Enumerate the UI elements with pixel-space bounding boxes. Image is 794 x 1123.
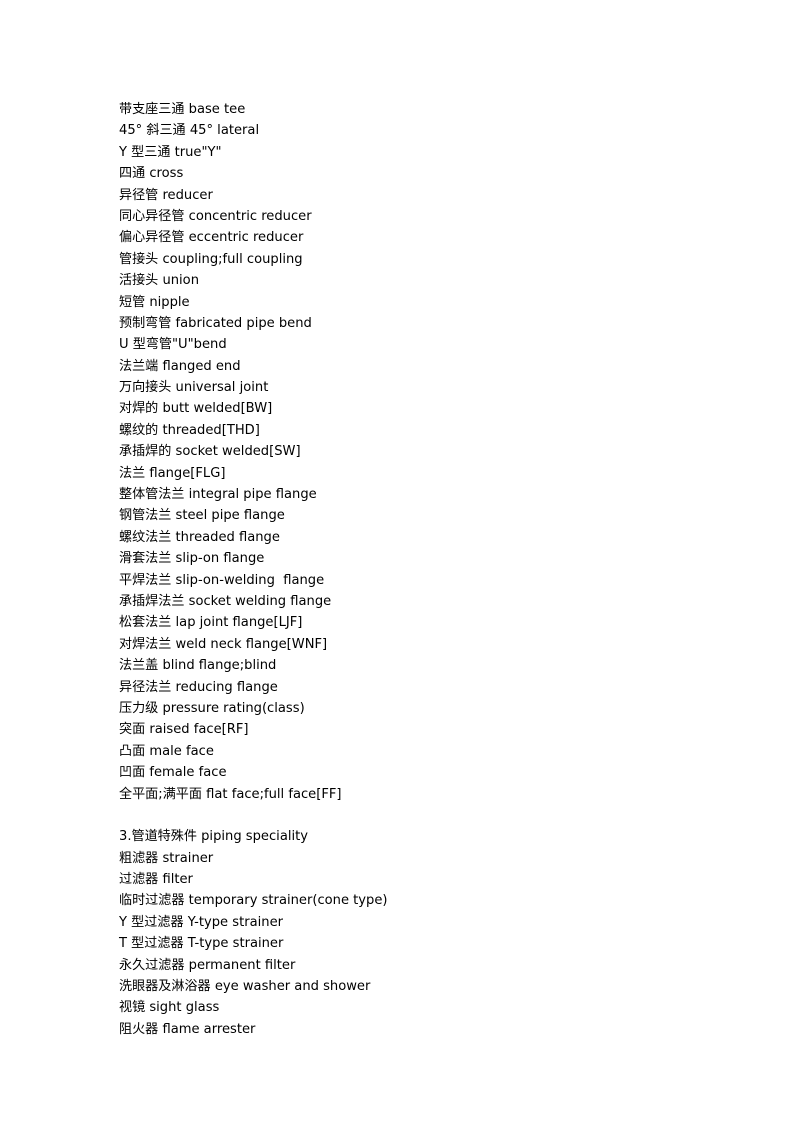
- glossary-entry: 偏心异径管 eccentric reducer: [119, 230, 304, 246]
- glossary-entry: 粗滤器 strainer: [119, 850, 214, 866]
- glossary-entry: 同心异径管 concentric reducer: [119, 208, 312, 224]
- glossary-entry: U 型弯管"U"bend: [119, 337, 227, 353]
- glossary-entry: Y 型三通 true"Y": [119, 144, 222, 160]
- glossary-entry: 过滤器 filter: [119, 872, 193, 888]
- document-page: 带支座三通 base tee 45° 斜三通 45° lateral Y 型三通 t…: [0, 0, 794, 1123]
- glossary-entry: 平焊法兰 slip-on-welding flange: [119, 572, 325, 588]
- blank-line: [119, 805, 719, 826]
- glossary-entry: 管接头 coupling;full coupling: [119, 251, 303, 267]
- glossary-entry: 整体管法兰 integral pipe flange: [119, 487, 317, 503]
- glossary-entry: 松套法兰 lap joint flange[LJF]: [119, 615, 303, 631]
- glossary-content: 带支座三通 base tee 45° 斜三通 45° lateral Y 型三通 t…: [119, 99, 719, 1040]
- glossary-entry: Y 型过滤器 Y-type strainer: [119, 914, 284, 930]
- glossary-entry: 压力级 pressure rating(class): [119, 700, 305, 716]
- glossary-entry: 全平面;满平面 flat face;full face[FF]: [119, 786, 342, 802]
- glossary-entry: 对焊法兰 weld neck flange[WNF]: [119, 636, 328, 652]
- glossary-entry: 带支座三通 base tee: [119, 102, 246, 117]
- glossary-entry: 异径管 reducer: [119, 187, 213, 203]
- glossary-entry: 洗眼器及淋浴器 eye washer and shower: [119, 979, 371, 995]
- glossary-entry: 活接头 union: [119, 273, 199, 289]
- glossary-entry: 凸面 male face: [119, 743, 214, 759]
- glossary-entry: 法兰端 flanged end: [119, 358, 241, 374]
- glossary-entry: 法兰 flange[FLG]: [119, 465, 226, 481]
- glossary-entry: T 型过滤器 T-type strainer: [119, 936, 284, 952]
- glossary-entry: 螺纹法兰 threaded flange: [119, 529, 280, 545]
- glossary-entry: 万向接头 universal joint: [119, 380, 269, 396]
- glossary-entry: 四通 cross: [119, 166, 184, 182]
- glossary-entry: 螺纹的 threaded[THD]: [119, 422, 260, 438]
- glossary-entry: 凹面 female face: [119, 765, 227, 781]
- glossary-entry: 突面 raised face[RF]: [119, 722, 249, 738]
- glossary-list: 带支座三通 base tee 45° 斜三通 45° lateral Y 型三通 t…: [119, 99, 719, 1040]
- glossary-entry: 临时过滤器 temporary strainer(cone type): [119, 893, 388, 909]
- glossary-entry: 承插焊法兰 socket welding flange: [119, 593, 332, 609]
- section-heading: 3.管道特殊件 piping speciality: [119, 829, 309, 845]
- glossary-entry: 对焊的 butt welded[BW]: [119, 401, 273, 417]
- glossary-entry: 永久过滤器 permanent filter: [119, 957, 296, 973]
- glossary-entry: 短管 nipple: [119, 294, 190, 310]
- glossary-entry: 钢管法兰 steel pipe flange: [119, 508, 285, 524]
- glossary-entry: 滑套法兰 slip-on flange: [119, 551, 265, 567]
- glossary-entry: 阻火器 flame arrester: [119, 1021, 256, 1037]
- glossary-entry: 预制弯管 fabricated pipe bend: [119, 315, 312, 331]
- glossary-entry: 异径法兰 reducing flange: [119, 679, 278, 695]
- glossary-entry: 承插焊的 socket welded[SW]: [119, 444, 301, 460]
- glossary-entry: 45° 斜三通 45° lateral: [119, 123, 260, 139]
- glossary-entry: 视镜 sight glass: [119, 1000, 220, 1016]
- glossary-entry: 法兰盖 blind flange;blind: [119, 658, 277, 674]
